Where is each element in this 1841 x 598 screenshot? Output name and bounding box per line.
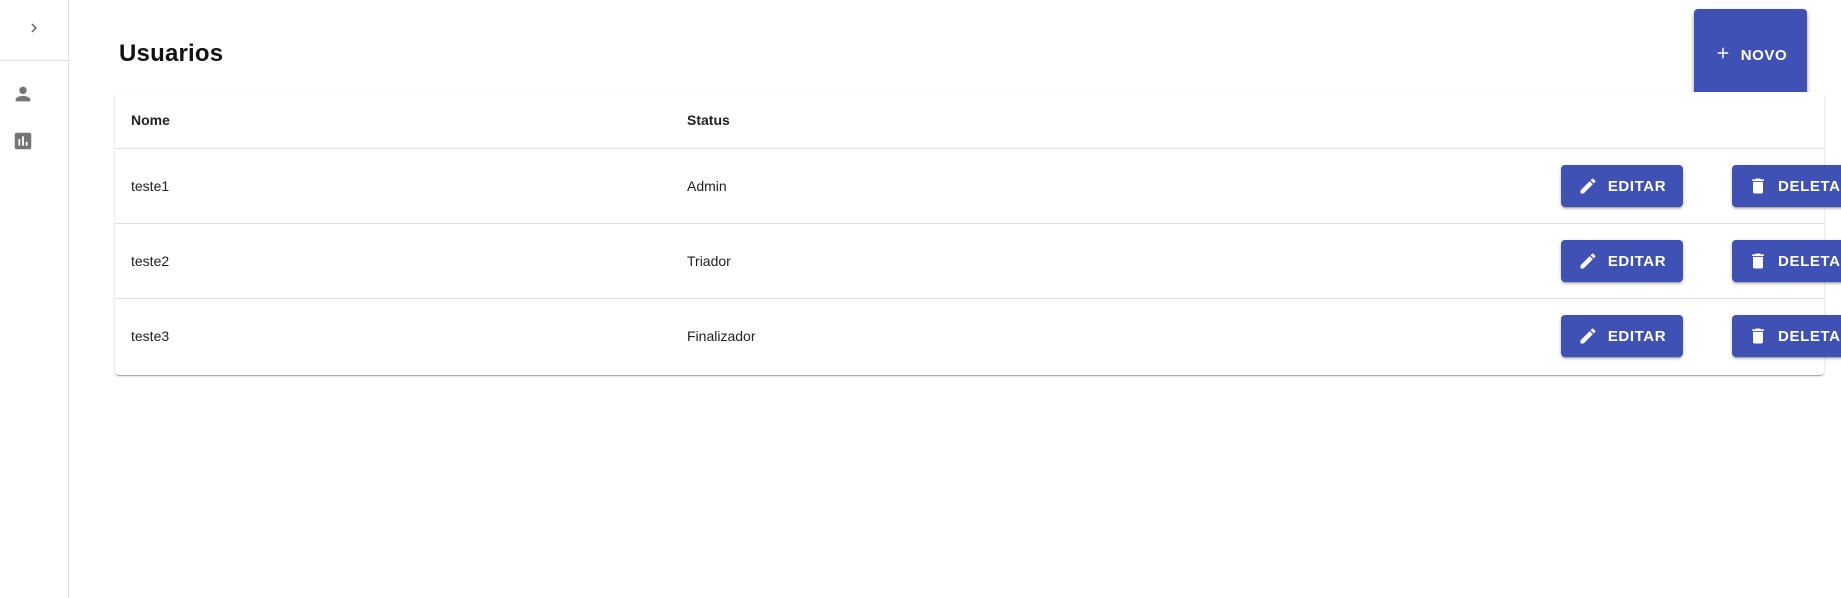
users-table: Nome Status teste1 Admin EDITAR DELETAR … xyxy=(115,92,1841,375)
table-header: Nome Status xyxy=(115,92,1824,149)
edit-button[interactable]: EDITAR xyxy=(1561,165,1683,207)
bar-chart-icon xyxy=(12,130,34,152)
column-header-name: Nome xyxy=(131,112,170,128)
sidebar xyxy=(0,0,69,598)
delete-button[interactable]: DELETAR xyxy=(1732,165,1841,207)
trash-icon xyxy=(1748,251,1768,271)
person-icon xyxy=(12,83,34,105)
table-row: teste2 Triador EDITAR DELETAR xyxy=(115,224,1841,299)
delete-button-label: DELETAR xyxy=(1778,177,1841,195)
sidebar-toggle-button[interactable] xyxy=(0,0,68,61)
cell-status: Finalizador xyxy=(687,328,756,344)
cell-name: teste1 xyxy=(131,178,170,194)
table-row: teste3 Finalizador EDITAR DELETAR xyxy=(115,299,1841,374)
delete-button[interactable]: DELETAR xyxy=(1732,240,1841,282)
page-title: Usuarios xyxy=(119,40,224,67)
delete-button-label: DELETAR xyxy=(1778,252,1841,270)
pencil-icon xyxy=(1578,326,1598,346)
cell-name: teste2 xyxy=(131,253,170,269)
edit-button[interactable]: EDITAR xyxy=(1561,240,1683,282)
delete-button-label: DELETAR xyxy=(1778,327,1841,345)
plus-icon xyxy=(1714,44,1732,66)
cell-status: Triador xyxy=(687,253,731,269)
cell-status: Admin xyxy=(687,178,727,194)
pencil-icon xyxy=(1578,176,1598,196)
edit-button-label: EDITAR xyxy=(1607,327,1667,345)
sidebar-item-users[interactable] xyxy=(0,71,68,117)
cell-name: teste3 xyxy=(131,328,170,344)
trash-icon xyxy=(1748,176,1768,196)
delete-button[interactable]: DELETAR xyxy=(1732,315,1841,357)
table-row: teste1 Admin EDITAR DELETAR xyxy=(115,149,1841,224)
edit-button-label: EDITAR xyxy=(1607,252,1667,270)
trash-icon xyxy=(1748,326,1768,346)
edit-button[interactable]: EDITAR xyxy=(1561,315,1683,357)
main-content: Usuarios NOVO Nome Status teste1 Admin E… xyxy=(69,0,1841,598)
chevron-right-icon xyxy=(25,19,43,42)
edit-button-label: EDITAR xyxy=(1607,177,1667,195)
column-header-status: Status xyxy=(687,112,730,128)
pencil-icon xyxy=(1578,251,1598,271)
sidebar-item-reports[interactable] xyxy=(0,118,68,164)
new-user-button[interactable]: NOVO xyxy=(1694,9,1807,101)
new-button-label: NOVO xyxy=(1740,46,1788,64)
